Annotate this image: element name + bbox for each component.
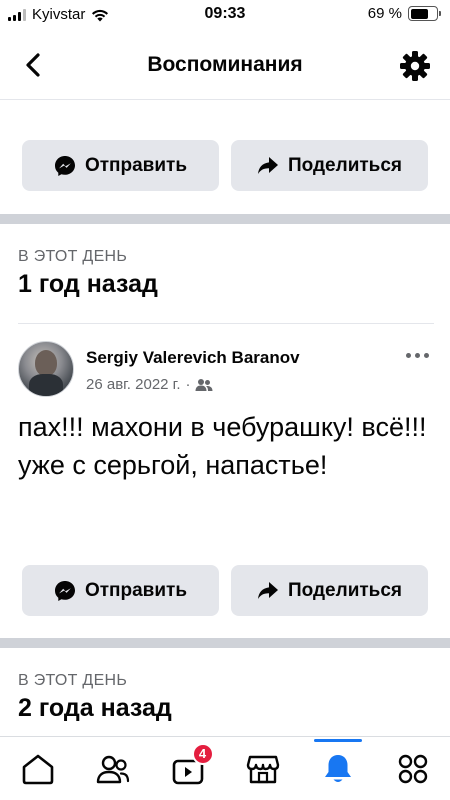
share-label: Поделиться [287,154,403,176]
notification-badge: 4 [191,742,214,765]
action-row-previous: Отправить Поделиться [22,140,428,191]
action-row-memory-1: Отправить Поделиться [22,565,428,616]
section-separator [0,214,450,224]
send-button[interactable]: Отправить [22,140,219,191]
messenger-icon [54,580,75,601]
bell-icon [324,754,351,782]
send-button[interactable]: Отправить [22,565,219,616]
battery-percent: 69 % [367,5,402,22]
header-divider [0,99,450,100]
friends-icon [96,755,129,783]
share-button[interactable]: Поделиться [231,140,428,191]
battery-icon [408,6,441,21]
share-label: Поделиться [287,579,403,601]
memory-title: 2 года назад [18,694,172,722]
gear-icon [400,51,430,81]
nav-home[interactable] [8,741,68,797]
marketplace-icon [246,755,279,783]
memory-kicker: В ЭТОТ ДЕНЬ [18,248,128,265]
status-bar: Kyivstar 09:33 69 % [0,0,450,30]
avatar[interactable] [18,341,74,397]
nav-video[interactable]: 4 [158,741,218,797]
battery-group: 69 % [367,5,441,22]
send-label: Отправить [84,579,188,601]
share-arrow-icon [257,156,278,174]
home-icon [22,754,53,784]
friends-audience-icon[interactable] [195,378,213,392]
nav-marketplace[interactable] [233,741,293,797]
memory-divider [18,323,434,324]
messenger-icon [54,155,75,176]
send-label: Отправить [84,154,188,176]
avatar-head [35,350,57,376]
section-separator [0,638,450,648]
share-button[interactable]: Поделиться [231,565,428,616]
meta-separator: · [185,376,191,393]
more-options-button[interactable] [402,345,432,365]
nav-notifications[interactable] [308,738,368,797]
bottom-nav: 4 [0,736,450,800]
header: Воспоминания [0,38,450,94]
page-title: Воспоминания [147,53,303,76]
grid-menu-icon [398,754,427,783]
settings-button[interactable] [398,49,432,83]
dot-icon [414,352,420,358]
post-date[interactable]: 26 авг. 2022 г. [86,376,180,393]
post-meta: 26 авг. 2022 г. · [86,376,213,393]
dot-icon [405,352,411,358]
avatar-body [29,374,63,396]
nav-menu[interactable] [383,741,443,797]
post-text: пах!!! махони в чебурашку! всё!!! уже с … [18,412,427,480]
memory-title: 1 год назад [18,270,158,298]
memory-kicker: В ЭТОТ ДЕНЬ [18,672,128,689]
battery-level [410,8,428,19]
nav-friends[interactable] [83,741,143,797]
share-arrow-icon [257,581,278,599]
post-author[interactable]: Sergiy Valerevich Baranov [86,348,300,368]
dot-icon [423,352,429,358]
